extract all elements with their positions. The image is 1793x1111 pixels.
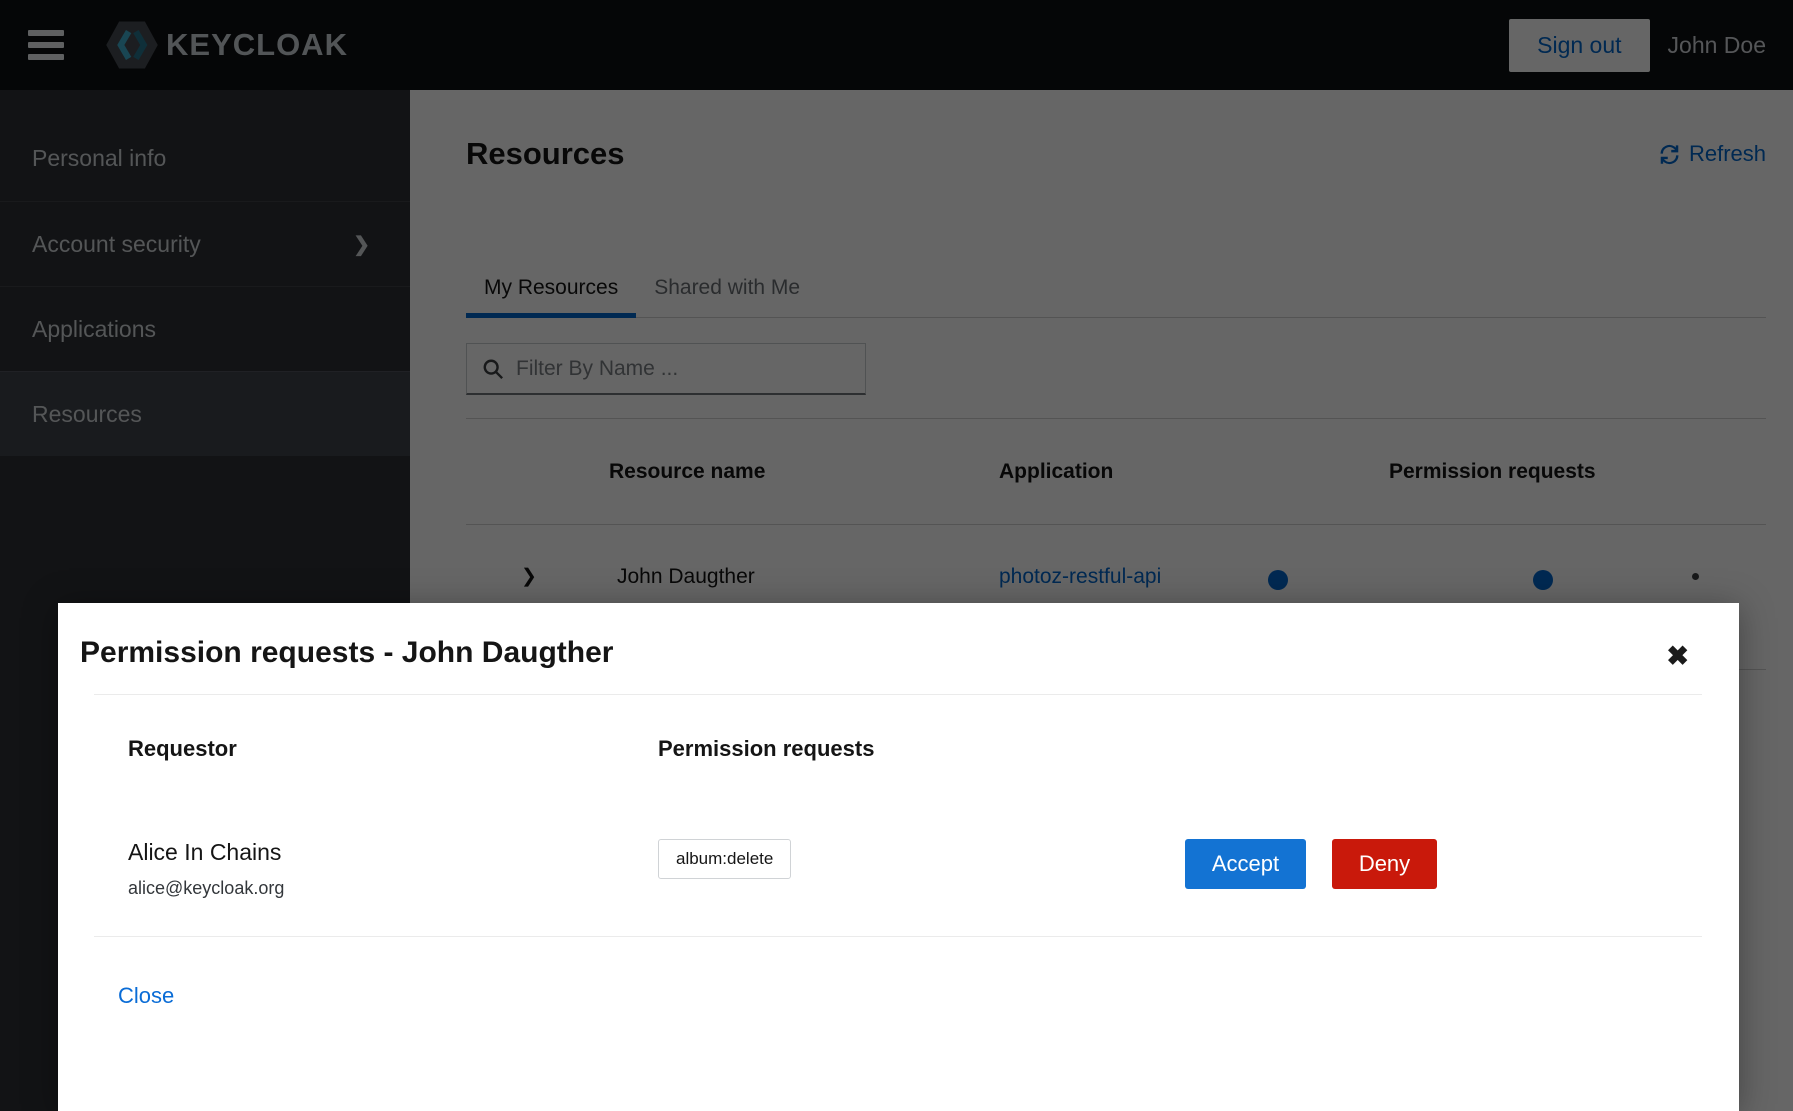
close-link[interactable]: Close (118, 983, 174, 1008)
column-requestor: Requestor (128, 736, 658, 762)
keycloak-account-console: KEYCLOAK Sign out John Doe Personal info… (0, 0, 1793, 1111)
accept-button[interactable]: Accept (1185, 839, 1306, 889)
permission-chip: album:delete (658, 839, 791, 879)
column-permission-requests: Permission requests (658, 736, 1185, 762)
deny-button[interactable]: Deny (1332, 839, 1437, 889)
requestor-name: Alice In Chains (128, 839, 658, 866)
modal-footer: Close (58, 937, 1739, 1009)
permissions-cell: album:delete (658, 839, 1185, 879)
close-icon[interactable]: ✖ (1666, 643, 1689, 670)
permission-requests-modal: Permission requests - John Daugther ✖ Re… (58, 603, 1739, 1111)
actions-cell: Accept Deny (1185, 839, 1702, 889)
modal-header: Permission requests - John Daugther ✖ (58, 603, 1739, 694)
requestor-cell: Alice In Chains alice@keycloak.org (128, 839, 658, 899)
requestor-email: alice@keycloak.org (128, 878, 658, 899)
modal-column-headers: Requestor Permission requests (58, 695, 1739, 762)
permission-request-row: Alice In Chains alice@keycloak.org album… (58, 839, 1739, 936)
modal-title: Permission requests - John Daugther (80, 636, 1649, 670)
